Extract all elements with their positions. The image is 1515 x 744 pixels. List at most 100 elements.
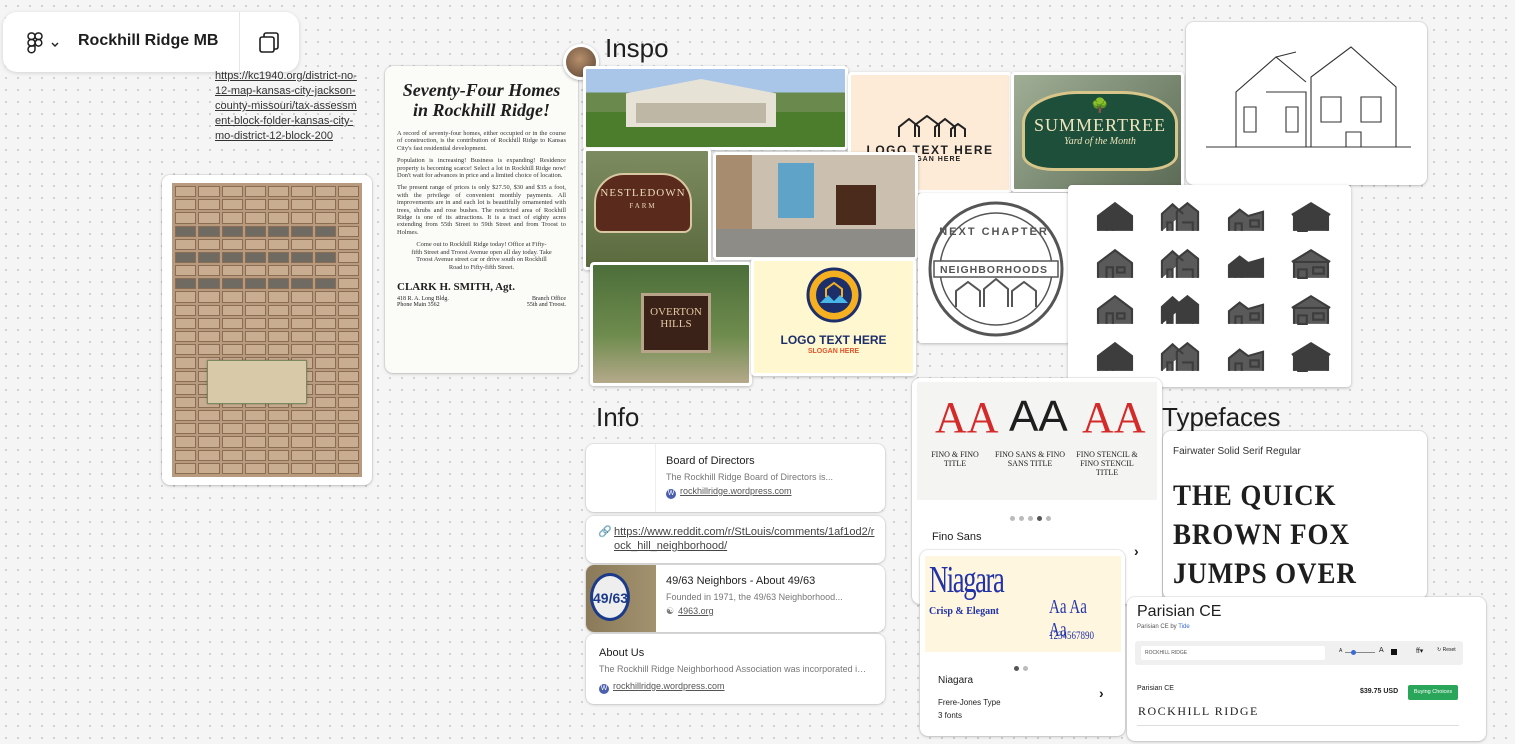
nestledown-sign-photo[interactable]: NESTLEDOWN FARM [583, 148, 711, 270]
map-lot-cell [244, 410, 266, 422]
house-icon [1282, 336, 1342, 377]
info-card-desc: The Rockhill Ridge Neighborhood Associat… [599, 664, 869, 674]
map-lot-cell [175, 291, 197, 303]
info-card-about[interactable]: About Us The Rockhill Ridge Neighborhood… [586, 634, 885, 704]
map-lot-cell [244, 462, 266, 474]
overton-hills-sign-photo[interactable]: OVERTON HILLS [590, 262, 752, 386]
map-lot-cell [221, 212, 243, 224]
map-lot-cell [221, 423, 243, 435]
map-grid [172, 183, 362, 477]
map-lot-cell [337, 317, 359, 329]
map-lot-cell [291, 251, 313, 264]
summertree-subtitle: Yard of the Month [1064, 136, 1136, 147]
map-lot-cell [337, 212, 359, 224]
map-lot-cell [268, 436, 290, 448]
porch-musicians-photo[interactable] [713, 152, 918, 260]
newspaper-branch: Branch Office 55th and Troost. [526, 295, 566, 308]
info-card-link[interactable]: Wrockhillridge.wordpress.com [666, 486, 792, 499]
map-lot-cell [314, 265, 336, 277]
map-lot-cell [268, 449, 290, 461]
map-lot-cell [314, 278, 336, 290]
size-small-label: A [1339, 648, 1343, 654]
newspaper-title: Seventy-Four Homes in Rockhill Ridge! [402, 80, 561, 120]
map-lot-cell [337, 436, 359, 448]
reset-button[interactable]: ↻ Reset [1437, 647, 1456, 653]
map-lot-cell [198, 265, 220, 277]
map-lot-cell [175, 330, 197, 343]
map-lot-cell [268, 238, 290, 250]
map-source-link[interactable]: https://kc1940.org/district-no-12-map-ka… [215, 69, 357, 144]
carousel-dots[interactable] [1012, 658, 1030, 676]
house-icon [1216, 243, 1276, 284]
map-lot-cell [314, 383, 336, 395]
chevron-right-icon[interactable]: › [1134, 543, 1139, 559]
house-icon [1085, 243, 1145, 284]
house-icon-set[interactable] [1068, 185, 1351, 387]
map-lot-cell [198, 212, 220, 224]
map-lot-cell [268, 199, 290, 211]
info-card-4963[interactable]: 49/63 49/63 Neighbors - About 49/63 Foun… [586, 565, 885, 632]
map-lot-cell [175, 317, 197, 329]
features-icon[interactable]: ff▾ [1416, 647, 1423, 655]
buying-choices-button[interactable]: Buying Choices [1408, 685, 1458, 700]
house-icon [1151, 243, 1211, 284]
map-lot-cell [291, 436, 313, 448]
info-card-reddit[interactable]: 🔗 https://www.reddit.com/r/StLouis/comme… [586, 516, 885, 563]
next-chapter-logo[interactable]: NEXT CHAPTER NEIGHBORHOODS [918, 193, 1070, 343]
newspaper-signature: CLARK H. SMITH, Agt. [397, 280, 515, 293]
slider-handle[interactable] [1351, 650, 1356, 655]
porch-window [778, 163, 814, 218]
line-art-house-image[interactable] [1186, 22, 1427, 185]
tester-input[interactable]: ROCKHILL RIDGE [1141, 646, 1325, 660]
map-lot-cell [291, 186, 313, 198]
font-card-niagara[interactable]: Niagara Crisp & Elegant Aa Aa Aa 1234567… [920, 550, 1125, 736]
font-card-parisian[interactable]: Parisian CE Parisian CE by Tide ROCKHILL… [1127, 597, 1486, 741]
size-slider[interactable] [1345, 650, 1375, 655]
house-icon [1216, 336, 1276, 377]
link-thumbnail [586, 444, 656, 512]
info-card-board[interactable]: Board of Directors The Rockhill Ridge Bo… [586, 444, 885, 512]
fino-glyph: AA [1082, 393, 1146, 442]
map-lot-cell [198, 304, 220, 316]
map-lot-cell [175, 225, 197, 237]
file-title[interactable]: Rockhill Ridge MB [78, 32, 218, 50]
chevron-right-icon[interactable]: › [1099, 685, 1104, 701]
map-lot-cell [244, 344, 266, 356]
newspaper-paragraph: Population is increasing! Business is ex… [397, 157, 566, 180]
carousel-dots[interactable] [1008, 508, 1053, 526]
map-lot-cell [198, 449, 220, 461]
globe-icon: ☯ [666, 606, 675, 616]
fino-glyph: AA [935, 393, 999, 442]
map-lot-cell [175, 238, 197, 250]
color-swatch[interactable] [1391, 649, 1397, 655]
newspaper-ad-image[interactable]: Seventy-Four Homes in Rockhill Ridge! A … [385, 66, 578, 373]
info-card-link[interactable]: Wrockhillridge.wordpress.com [599, 681, 725, 694]
map-lot-cell [244, 317, 266, 329]
house-icon [1151, 289, 1211, 330]
niagara-digits: 1234567890 [1049, 628, 1094, 642]
section-title-info: Info [596, 402, 640, 432]
map-lot-cell [244, 251, 266, 264]
summertree-sign-photo[interactable]: 🌳 SUMMERTREE Yard of the Month [1011, 72, 1184, 192]
reddit-link[interactable]: https://www.reddit.com/r/StLouis/comment… [614, 525, 876, 553]
map-lot-cell [268, 462, 290, 474]
map-lot-cell [198, 278, 220, 290]
logo-sample-circle[interactable]: LOGO TEXT HERE SLOGAN HERE [751, 258, 916, 376]
map-lot-cell [291, 212, 313, 224]
house-photo[interactable] [583, 66, 848, 150]
thumb-sign: 49/63 [590, 573, 630, 621]
font-card-fairwater[interactable]: Fairwater Solid Serif Regular THE QUICK … [1163, 431, 1427, 599]
map-lot-cell [221, 251, 243, 264]
map-lot-cell [314, 251, 336, 264]
link-thumbnail: 49/63 [586, 565, 656, 632]
piano [836, 185, 876, 225]
district-map-image[interactable] [162, 175, 372, 485]
fino-label: FINO & FINO TITLE [931, 450, 979, 468]
map-lot-cell [244, 212, 266, 224]
foundry-link[interactable]: Tide [1178, 624, 1189, 630]
info-card-link[interactable]: ☯ 4963.org [666, 606, 714, 617]
figma-logo-icon[interactable] [27, 32, 45, 54]
pages-icon[interactable] [256, 30, 282, 56]
chevron-down-icon[interactable] [50, 36, 60, 47]
map-lot-cell [244, 225, 266, 237]
